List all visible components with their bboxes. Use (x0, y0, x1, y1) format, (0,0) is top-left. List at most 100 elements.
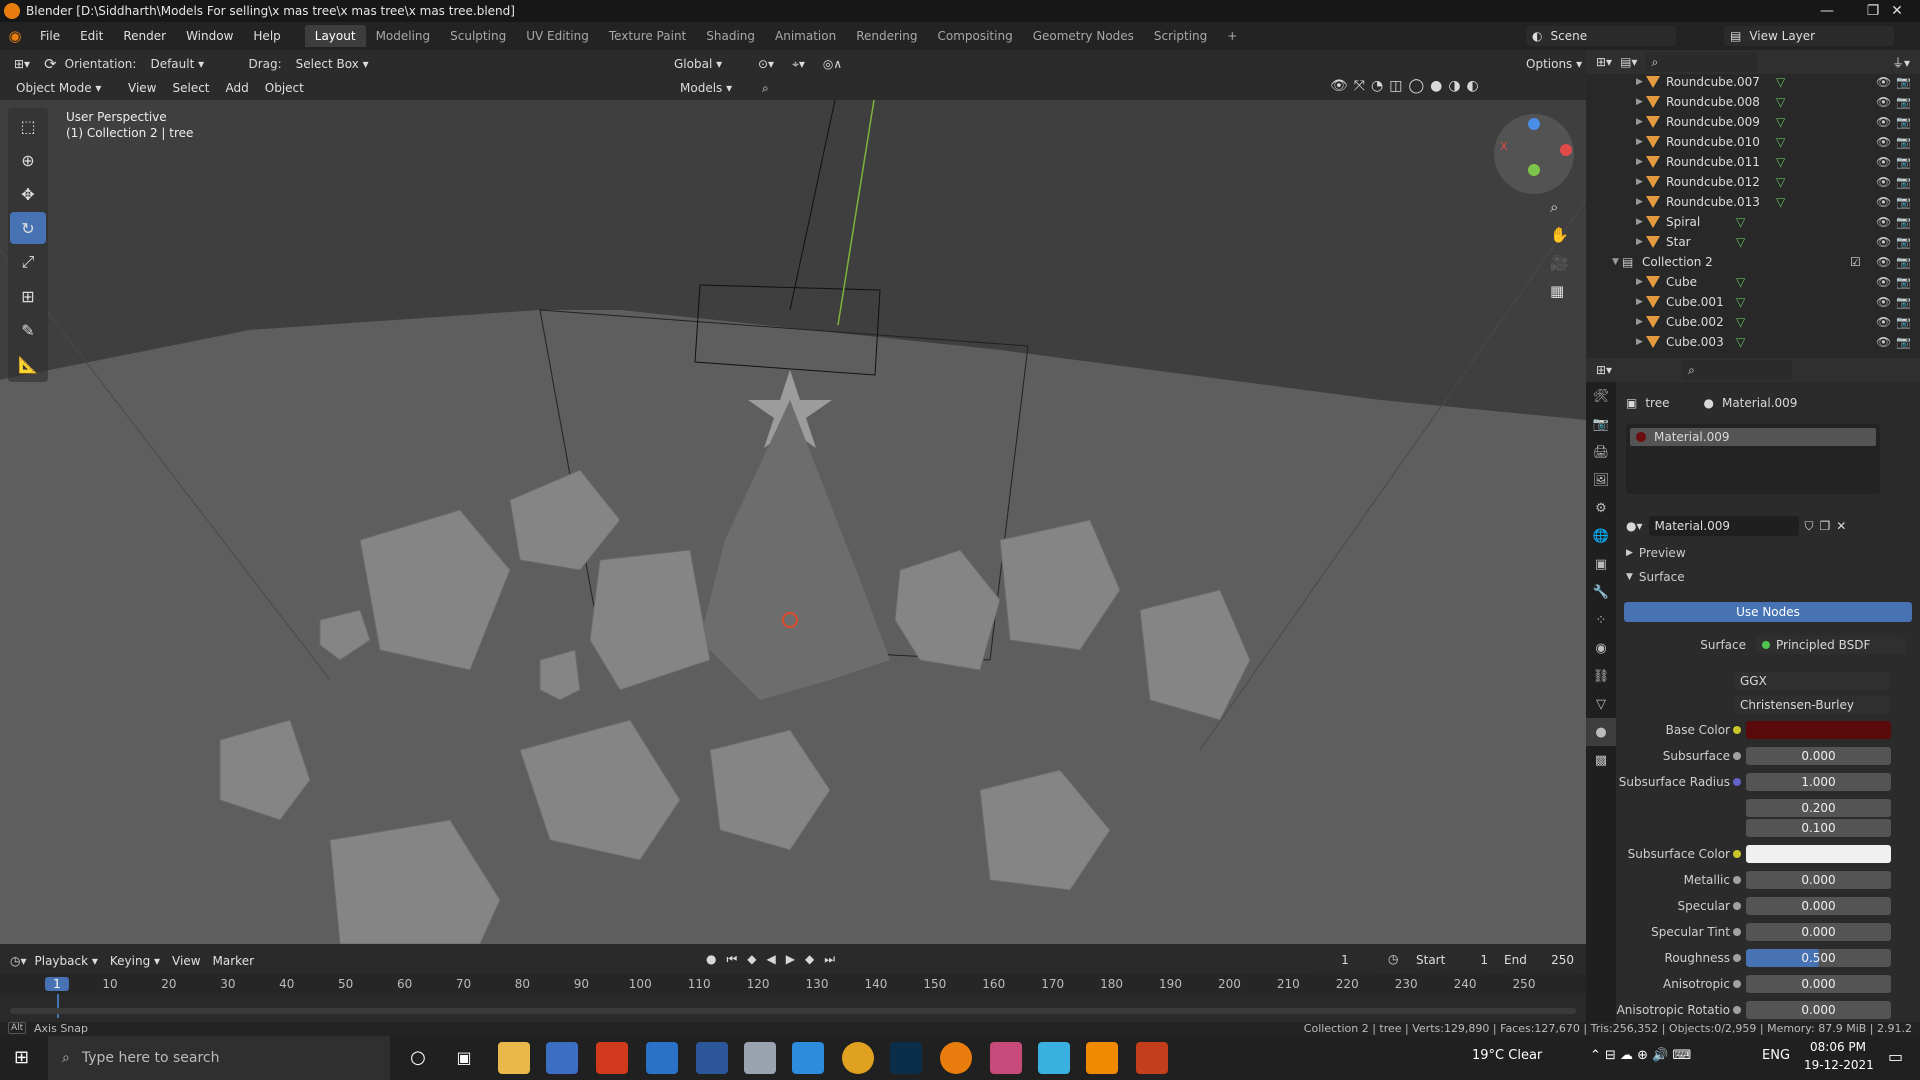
axis-y-icon[interactable] (1528, 164, 1540, 176)
material-name-field[interactable]: Material.009 (1648, 516, 1799, 536)
menu-file[interactable]: File (30, 29, 70, 43)
visibility-eye-icon[interactable]: 👁 (1876, 195, 1891, 209)
navigation-gizmo[interactable]: X (1494, 114, 1574, 194)
render-camera-icon[interactable]: 📷 (1896, 235, 1911, 249)
outliner-object-row[interactable]: ▶ Roundcube.012 ▽ 👁 📷 (1586, 172, 1920, 192)
color-swatch[interactable] (1746, 721, 1891, 739)
file-explorer-icon[interactable] (498, 1042, 530, 1074)
weather-widget[interactable]: 19°C Clear (1472, 1048, 1542, 1063)
prev-keyframe-icon[interactable]: ◆ (747, 952, 756, 967)
windows-start-icon[interactable]: ⊞ (14, 1047, 29, 1068)
clock-time[interactable]: 08:06 PM (1810, 1040, 1866, 1054)
tab-rendering[interactable]: Rendering (846, 25, 927, 47)
menu-render[interactable]: Render (113, 29, 176, 43)
expand-arrow-icon[interactable]: ▶ (1636, 277, 1646, 287)
expand-arrow-icon[interactable]: ▼ (1612, 257, 1622, 267)
constraints-tab-icon[interactable]: ⛓ (1586, 662, 1616, 690)
visibility-eye-icon[interactable]: 👁 (1876, 95, 1891, 109)
scene-selector[interactable]: ◐ Scene (1526, 26, 1676, 46)
menu-keying[interactable]: Keying ▾ (106, 954, 164, 968)
numeric-field[interactable]: 0.000 (1746, 923, 1891, 941)
surface-shader-field[interactable]: Principled BSDF (1756, 636, 1906, 654)
menu-playback[interactable]: Playback ▾ (31, 954, 102, 968)
expand-arrow-icon[interactable]: ▶ (1636, 317, 1646, 327)
render-camera-icon[interactable]: 📷 (1896, 75, 1911, 89)
world-tab-icon[interactable]: 🌐 (1586, 522, 1616, 550)
socket-icon[interactable] (1733, 726, 1741, 734)
outliner-object-row[interactable]: ▶ Roundcube.013 ▽ 👁 📷 (1586, 192, 1920, 212)
outliner-object-row[interactable]: ▶ Spiral ▽ 👁 📷 (1586, 212, 1920, 232)
visibility-icon[interactable]: 👁 (1330, 78, 1348, 94)
visibility-eye-icon[interactable]: 👁 (1876, 335, 1891, 349)
physics-tab-icon[interactable]: ◉ (1586, 634, 1616, 662)
outliner-editor-icon[interactable]: ⊞▾ (1596, 55, 1612, 69)
timeline-editor-icon[interactable]: ◷▾ (10, 954, 27, 968)
tab-compositing[interactable]: Compositing (927, 25, 1022, 47)
tab-scripting[interactable]: Scripting (1144, 25, 1217, 47)
notifications-icon[interactable]: ▭ (1888, 1047, 1903, 1066)
overlay-icon[interactable]: ◔ (1371, 78, 1383, 94)
next-keyframe-icon[interactable]: ◆ (805, 952, 814, 967)
end-frame-field[interactable]: End 250 (1498, 950, 1580, 970)
outliner-object-row[interactable]: ▶ Cube.001 ▽ 👁 📷 (1586, 292, 1920, 312)
numeric-field[interactable]: 0.000 (1746, 747, 1891, 765)
material-browse-icon[interactable]: ●▾ (1626, 519, 1643, 533)
collection-checkbox-icon[interactable]: ☑ (1850, 255, 1861, 269)
transform-pivot-icon[interactable]: ⟳ (44, 55, 57, 73)
scale-icon[interactable]: ⤢ (10, 246, 46, 278)
preview-panel-header[interactable]: Preview (1639, 546, 1686, 560)
preview-range-icon[interactable]: ◷ (1388, 952, 1398, 966)
visibility-eye-icon[interactable]: 👁 (1876, 215, 1891, 229)
render-camera-icon[interactable]: 📷 (1896, 275, 1911, 289)
outliner-object-row[interactable]: ▶ Cube ▽ 👁 📷 (1586, 272, 1920, 292)
tab-layout[interactable]: Layout (304, 25, 366, 47)
photoshop-icon[interactable] (890, 1042, 922, 1074)
3d-viewport[interactable]: ⬚ ⊕ ✥ ↻ ⤢ ⊞ ✎ 📐 User Perspective (1) Col… (0, 100, 1586, 944)
render-camera-icon[interactable]: 📷 (1896, 315, 1911, 329)
expand-arrow-icon[interactable]: ▶ (1636, 157, 1646, 167)
breadcrumb-material[interactable]: Material.009 (1722, 396, 1797, 410)
measure-icon[interactable]: 📐 (10, 348, 46, 380)
expand-arrow-icon[interactable]: ▶ (1636, 77, 1646, 87)
visibility-eye-icon[interactable]: 👁 (1876, 235, 1891, 249)
outliner-object-row[interactable]: ▶ Roundcube.010 ▽ 👁 📷 (1586, 132, 1920, 152)
axis-x-positive-icon[interactable] (1560, 144, 1572, 156)
expand-arrow-icon[interactable]: ▶ (1636, 237, 1646, 247)
tray-icons[interactable]: ⌃ ⊟ ☁ ⊕ 🔊 ⌨ (1590, 1048, 1691, 1063)
outliner-object-row[interactable]: ▶ Roundcube.008 ▽ 👁 📷 (1586, 92, 1920, 112)
scene-tab-icon[interactable]: ⚙ (1586, 494, 1616, 522)
close-icon[interactable]: ✕ (1874, 0, 1920, 22)
numeric-field[interactable]: 0.000 (1746, 871, 1891, 889)
distribution-dropdown[interactable]: GGX (1734, 672, 1890, 690)
office-icon[interactable] (596, 1042, 628, 1074)
outliner-object-row[interactable]: ▶ Roundcube.007 ▽ 👁 📷 (1586, 72, 1920, 92)
grid-ortho-icon[interactable]: ▦ (1550, 282, 1569, 300)
socket-icon[interactable] (1733, 876, 1741, 884)
pan-hand-icon[interactable]: ✋ (1550, 226, 1569, 244)
socket-icon[interactable] (1733, 752, 1741, 760)
visibility-eye-icon[interactable]: 👁 (1876, 175, 1891, 189)
menu-marker[interactable]: Marker (209, 954, 258, 968)
use-nodes-button[interactable]: Use Nodes (1624, 602, 1912, 622)
expand-arrow-icon[interactable]: ▶ (1636, 217, 1646, 227)
app-icon-5[interactable] (1038, 1042, 1070, 1074)
camera-icon[interactable]: 🎥 (1550, 254, 1569, 272)
surface-panel-collapse-icon[interactable]: ▼ (1626, 572, 1633, 582)
numeric-field[interactable]: 0.200 (1746, 799, 1891, 817)
menu-object[interactable]: Object (259, 81, 310, 95)
add-workspace-icon[interactable]: + (1217, 25, 1247, 47)
expand-arrow-icon[interactable]: ▶ (1636, 197, 1646, 207)
timeline-scrollbar[interactable] (10, 1008, 1576, 1014)
task-view-icon[interactable]: ▣ (448, 1042, 480, 1074)
transform-icon[interactable]: ⊞ (10, 280, 46, 312)
outliner-object-row[interactable]: ▶ Roundcube.011 ▽ 👁 📷 (1586, 152, 1920, 172)
socket-icon[interactable] (1733, 928, 1741, 936)
tab-geometry-nodes[interactable]: Geometry Nodes (1023, 25, 1144, 47)
menu-timeline-view[interactable]: View (168, 954, 204, 968)
render-camera-icon[interactable]: 📷 (1896, 135, 1911, 149)
app-icon-1[interactable] (646, 1042, 678, 1074)
app-icon-4[interactable] (990, 1042, 1022, 1074)
data-tab-icon[interactable]: ▽ (1586, 690, 1616, 718)
move-icon[interactable]: ✥ (10, 178, 46, 210)
fake-user-icon[interactable]: ⛉ (1805, 519, 1814, 534)
